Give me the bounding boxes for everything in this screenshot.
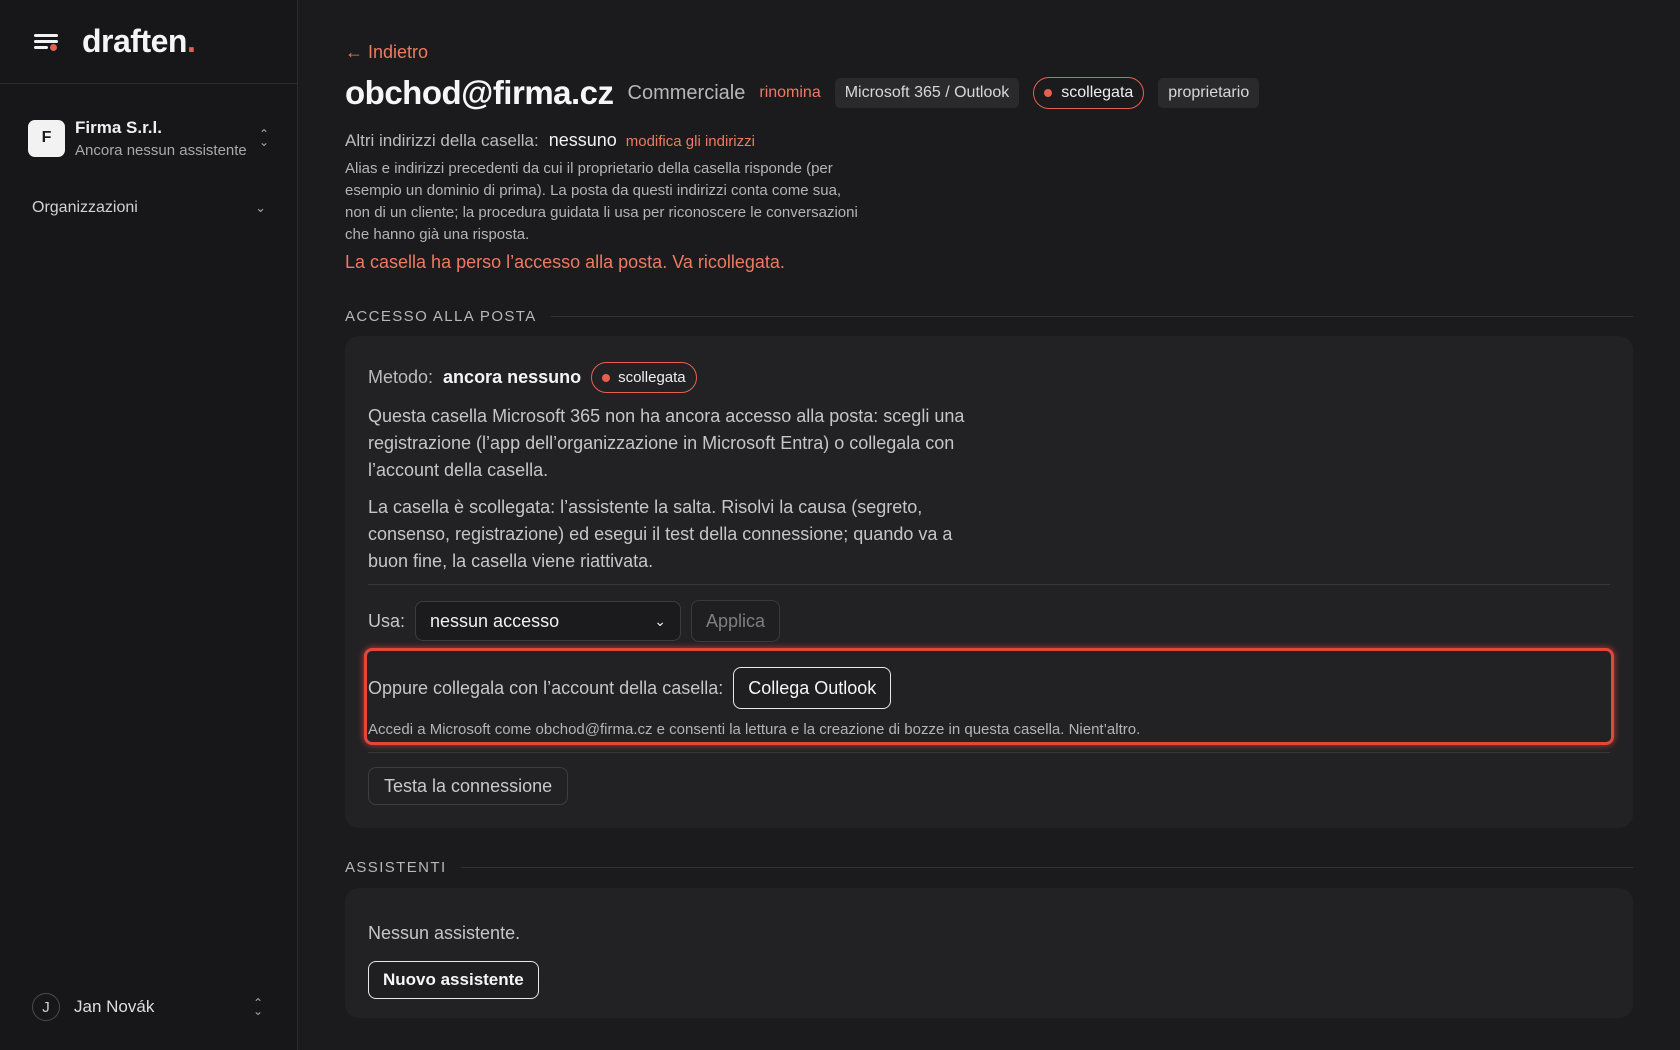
section-mail-access-title: ACCESSO ALLA POSTA [345, 308, 1633, 325]
page-header: obchod@firma.cz Commerciale rinomina Mic… [345, 74, 1260, 112]
status-badge: scollegata [1033, 77, 1145, 109]
chevron-down-icon: ⌄ [654, 612, 667, 629]
disconnected-warning: La casella ha perso l’accesso alla posta… [345, 252, 785, 272]
chevron-up-down-icon: ⌃ ⌄ [252, 996, 264, 1018]
oauth-note: Accedi a Microsoft come obchod@firma.cz … [368, 721, 1141, 738]
alt-addresses-label: Altri indirizzi della casella: [345, 131, 539, 150]
menu-icon[interactable] [32, 30, 60, 54]
divider [368, 584, 1610, 585]
alt-addresses-row: Altri indirizzi della casella: nessuno m… [345, 130, 755, 151]
alt-addresses-description: Alias e indirizzi precedenti da cui il p… [345, 160, 858, 243]
brand-logo[interactable]: draften. [82, 23, 196, 60]
method-label: Metodo: [368, 367, 434, 387]
mail-access-card: Metodo: ancora nessuno scollegata Questa… [345, 336, 1633, 828]
test-connection-button[interactable]: Testa la connessione [368, 767, 569, 805]
user-menu[interactable]: J Jan Novák ⌃ ⌄ [32, 993, 266, 1021]
assistants-card: Nessun assistente. Nuovo assistente [345, 888, 1633, 1018]
new-assistant-button[interactable]: Nuovo assistente [368, 961, 539, 999]
section-assistants-title: ASSISTENTI [345, 859, 1633, 876]
mailbox-label: Commerciale [627, 81, 746, 104]
connect-outlook-button[interactable]: Collega Outlook [733, 667, 892, 709]
apply-button[interactable]: Applica [691, 600, 781, 642]
method-value: ancora nessuno [443, 367, 582, 387]
org-switcher[interactable]: F Firma S.r.l. Ancora nessun assistente … [28, 116, 272, 160]
oauth-label: Oppure collegala con l’account della cas… [368, 677, 724, 698]
access-select-row: Usa: nessun accesso ⌄ Applica [368, 600, 781, 642]
oauth-row: Oppure collegala con l’account della cas… [368, 667, 892, 709]
provider-tag: Microsoft 365 / Outlook [834, 78, 1020, 108]
status-badge: scollegata [591, 362, 697, 393]
rename-link[interactable]: rinomina [759, 84, 820, 102]
method-row: Metodo: ancora nessuno scollegata [368, 362, 697, 393]
empty-assistants-text: Nessun assistente. [368, 923, 521, 943]
status-dot-icon [1044, 89, 1053, 97]
use-label: Usa: [368, 610, 406, 631]
org-subtitle: Ancora nessun assistente [75, 141, 247, 159]
org-avatar: F [28, 119, 65, 157]
user-name: Jan Novák [74, 997, 155, 1016]
sidebar-item-organizations[interactable]: Organizzazioni ⌄ [32, 199, 266, 217]
org-name: Firma S.r.l. [75, 117, 162, 137]
sidebar-item-label: Organizzazioni [32, 199, 138, 216]
access-description: Questa casella Microsoft 365 non ha anco… [368, 406, 965, 480]
role-tag: proprietario [1158, 78, 1260, 108]
page-title: obchod@firma.cz [345, 74, 614, 111]
alt-addresses-value: nessuno [548, 130, 617, 150]
chevron-down-icon: ⌄ [255, 200, 266, 215]
edit-addresses-link[interactable]: modifica gli indirizzi [626, 133, 755, 150]
divider [368, 752, 1610, 753]
sidebar-header: draften. [0, 0, 297, 84]
back-link[interactable]: ← Indietro [345, 42, 428, 63]
sidebar: draften. F Firma S.r.l. Ancora nessun as… [0, 0, 298, 1050]
chevron-up-down-icon: ⌃ ⌄ [258, 127, 270, 149]
access-method-select[interactable]: nessun accesso ⌄ [415, 601, 682, 641]
avatar: J [32, 993, 60, 1021]
disconnected-description: La casella è scollegata: l’assistente la… [368, 497, 953, 571]
status-dot-icon [602, 373, 611, 382]
